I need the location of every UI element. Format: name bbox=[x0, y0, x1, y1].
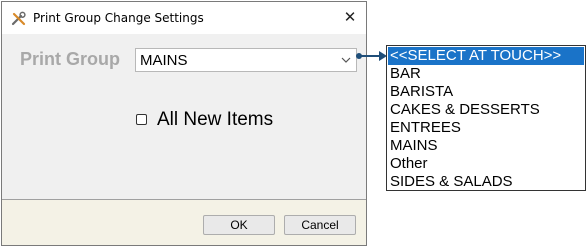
dropdown-option-entrees[interactable]: ENTREES bbox=[388, 119, 584, 137]
cancel-button[interactable]: Cancel bbox=[284, 215, 356, 235]
callout-arrow-icon bbox=[356, 51, 387, 61]
all-new-items-label[interactable]: All New Items bbox=[157, 109, 273, 131]
settings-tools-icon bbox=[11, 11, 26, 26]
all-new-items-checkbox[interactable] bbox=[136, 114, 147, 125]
dropdown-option-select-at-touch[interactable]: <<SELECT AT TOUCH>> bbox=[388, 47, 584, 65]
dropdown-option-cakes-desserts[interactable]: CAKES & DESSERTS bbox=[388, 101, 584, 119]
title-bar: Print Group Change Settings ✕ bbox=[2, 2, 366, 34]
dropdown-option-bar[interactable]: BAR bbox=[388, 65, 584, 83]
print-group-change-settings-dialog: Print Group Change Settings ✕ Print Grou… bbox=[1, 1, 367, 246]
window-title: Print Group Change Settings bbox=[33, 11, 204, 25]
print-group-dropdown-list: <<SELECT AT TOUCH>> BAR BARISTA CAKES & … bbox=[386, 45, 586, 191]
dropdown-option-other[interactable]: Other bbox=[388, 155, 584, 173]
chevron-down-icon bbox=[341, 57, 351, 63]
print-group-label: Print Group bbox=[20, 49, 120, 69]
print-group-selected-value: MAINS bbox=[140, 52, 188, 69]
dropdown-option-mains[interactable]: MAINS bbox=[388, 137, 584, 155]
dropdown-option-sides-salads[interactable]: SIDES & SALADS bbox=[388, 173, 584, 191]
ok-button[interactable]: OK bbox=[203, 215, 275, 235]
close-button[interactable]: ✕ bbox=[338, 6, 362, 30]
dropdown-option-barista[interactable]: BARISTA bbox=[388, 83, 584, 101]
print-group-select[interactable]: MAINS bbox=[135, 48, 357, 72]
